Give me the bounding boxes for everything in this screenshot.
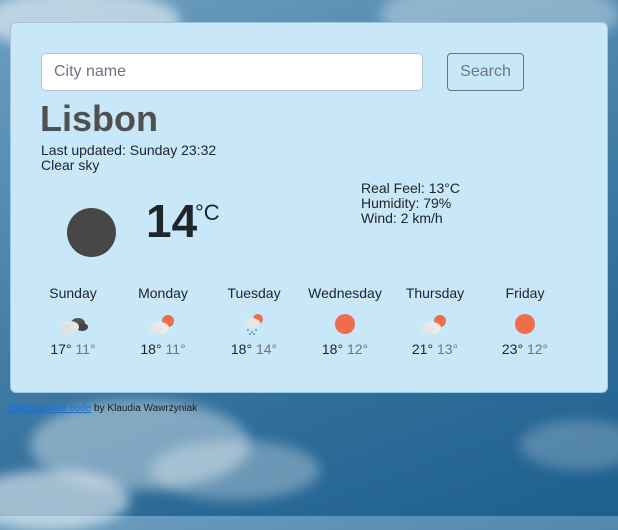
weather-details: Real Feel: 13°C Humidity: 79% Wind: 2 km… — [361, 181, 460, 226]
forecast-day: Tuesday 18° 14° — [209, 285, 299, 357]
forecast-min: 11° — [75, 341, 96, 357]
forecast-day-name: Monday — [138, 285, 188, 301]
forecast-min: 12° — [346, 341, 369, 357]
forecast-min: 11° — [165, 341, 186, 357]
search-button[interactable]: Search — [447, 53, 524, 91]
sun-icon — [335, 314, 355, 334]
weather-card: Search Lisbon Last updated: Sunday 23:32… — [10, 22, 608, 393]
few-clouds-icon — [149, 315, 174, 334]
forecast-day: Sunday 17° 11° — [28, 285, 118, 357]
current-temperature: 14 — [146, 195, 198, 247]
temperature-unit: °C — [195, 200, 220, 225]
night-broken-clouds-icon — [60, 318, 88, 334]
rain-icon — [244, 314, 263, 335]
sun-icon — [515, 314, 535, 334]
few-clouds-icon — [421, 315, 446, 334]
forecast-max: 17° — [50, 341, 72, 357]
forecast-day-name: Friday — [505, 285, 545, 301]
forecast-min: 13° — [436, 341, 459, 357]
forecast-day: Thursday 21° 13° — [390, 285, 480, 357]
real-feel: Real Feel: 13°C — [361, 180, 460, 196]
open-source-link[interactable]: Open-source code — [9, 403, 91, 414]
forecast-day: Monday 18° 11° — [118, 285, 208, 357]
wind: Wind: 2 km/h — [361, 210, 443, 226]
forecast-min: 14° — [255, 341, 278, 357]
humidity: Humidity: 79% — [361, 195, 452, 211]
forecast-row: Sunday 17° 11° Monday 18° 11° Tuesday 18… — [28, 285, 568, 365]
city-search-input[interactable] — [41, 53, 423, 91]
forecast-day: Wednesday 18° 12° — [300, 285, 390, 357]
forecast-max: 18° — [140, 341, 162, 357]
forecast-min: 12° — [526, 341, 549, 357]
city-name: Lisbon — [40, 98, 158, 139]
weather-description: Clear sky — [41, 157, 100, 173]
forecast-day-name: Tuesday — [227, 285, 281, 301]
forecast-day-name: Thursday — [405, 285, 465, 301]
forecast-day-name: Sunday — [49, 285, 97, 301]
forecast-day-name: Wednesday — [308, 285, 382, 301]
forecast-max: 23° — [501, 341, 524, 357]
footer-author: by Klaudia Wawrzyniak — [91, 403, 198, 414]
forecast-day: Friday 23° 12° — [480, 285, 570, 357]
last-updated: Last updated: Sunday 23:32 — [41, 142, 217, 158]
moon-icon — [67, 208, 116, 257]
forecast-max: 18° — [230, 341, 253, 357]
forecast-max: 18° — [321, 341, 344, 357]
footer: Open-source code by Klaudia Wawrzyniak — [9, 403, 197, 414]
forecast-max: 21° — [411, 341, 434, 357]
